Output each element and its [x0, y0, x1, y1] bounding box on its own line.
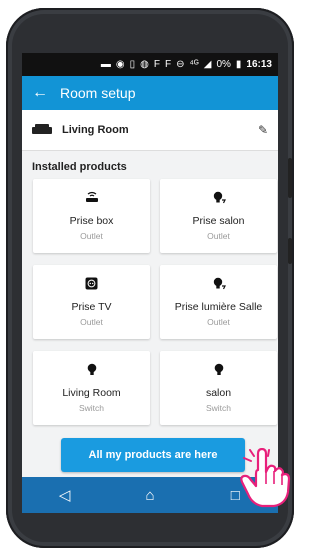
product-type: Outlet — [207, 231, 230, 241]
product-name: Prise salon — [192, 215, 245, 227]
status-bar: ▬ ◉ ▯ ◍ F F ⊖ ⁴ᴳ ◢ 0% ▮ 16:13 — [22, 53, 278, 76]
router-icon — [85, 191, 99, 209]
product-card[interactable]: Prise lumière Salle Outlet — [160, 265, 277, 339]
minus-icon: ⊖ — [176, 59, 185, 70]
smart-plug-icon — [212, 277, 226, 295]
clock: 16:13 — [246, 59, 272, 70]
product-type: Outlet — [80, 231, 103, 241]
signal-icon: ◢ — [203, 59, 212, 70]
app-bar: ← Room setup — [22, 76, 278, 110]
product-card[interactable]: Prise TV Outlet — [33, 265, 150, 339]
product-card[interactable]: Living Room Switch — [33, 351, 150, 425]
product-card[interactable]: salon Switch — [160, 351, 277, 425]
product-type: Outlet — [80, 317, 103, 327]
all-products-here-button[interactable]: All my products are here — [61, 438, 245, 472]
product-grid: Prise box Outlet Prise salon Outlet Pris… — [22, 179, 278, 425]
product-name: Prise box — [69, 215, 114, 227]
robot-icon: ◉ — [115, 59, 125, 70]
screen: ▬ ◉ ▯ ◍ F F ⊖ ⁴ᴳ ◢ 0% ▮ 16:13 ← Room set… — [22, 53, 278, 513]
product-type: Outlet — [207, 317, 230, 327]
sim-icon: ▯ — [129, 59, 136, 70]
smart-plug-icon — [212, 191, 226, 209]
pencil-icon[interactable]: ✎ — [258, 123, 268, 137]
product-name: Living Room — [62, 387, 121, 399]
battery-icon: ▮ — [235, 59, 242, 70]
product-name: Prise TV — [71, 301, 112, 313]
message-icon: ▬ — [100, 59, 111, 70]
bulb-icon — [87, 363, 97, 381]
product-card[interactable]: Prise box Outlet — [33, 179, 150, 253]
product-card[interactable]: Prise salon Outlet — [160, 179, 277, 253]
f-icon: F — [153, 59, 160, 70]
back-triangle-icon[interactable]: ◁ — [45, 486, 85, 504]
arrow-left-icon[interactable]: ← — [32, 84, 60, 102]
product-type: Switch — [205, 403, 232, 413]
volume-button — [288, 158, 292, 198]
tv-socket-icon — [85, 277, 98, 295]
sofa-icon — [32, 122, 62, 138]
4g-icon: ⁴ᴳ — [189, 59, 199, 70]
settings-icon: ◍ — [140, 59, 149, 70]
room-name: Living Room — [62, 124, 129, 136]
room-header[interactable]: Living Room ✎ — [22, 110, 278, 151]
product-name: Prise lumière Salle — [174, 301, 263, 313]
product-name: salon — [205, 387, 232, 399]
pointing-hand-icon — [240, 448, 291, 508]
page-title: Room setup — [60, 85, 136, 101]
power-button — [288, 238, 292, 264]
product-type: Switch — [78, 403, 105, 413]
bulb-icon — [214, 363, 224, 381]
home-icon[interactable]: ⌂ — [130, 487, 170, 504]
battery-text: 0% — [216, 59, 231, 70]
section-title: Installed products — [32, 161, 127, 173]
f-icon: F — [164, 59, 172, 70]
